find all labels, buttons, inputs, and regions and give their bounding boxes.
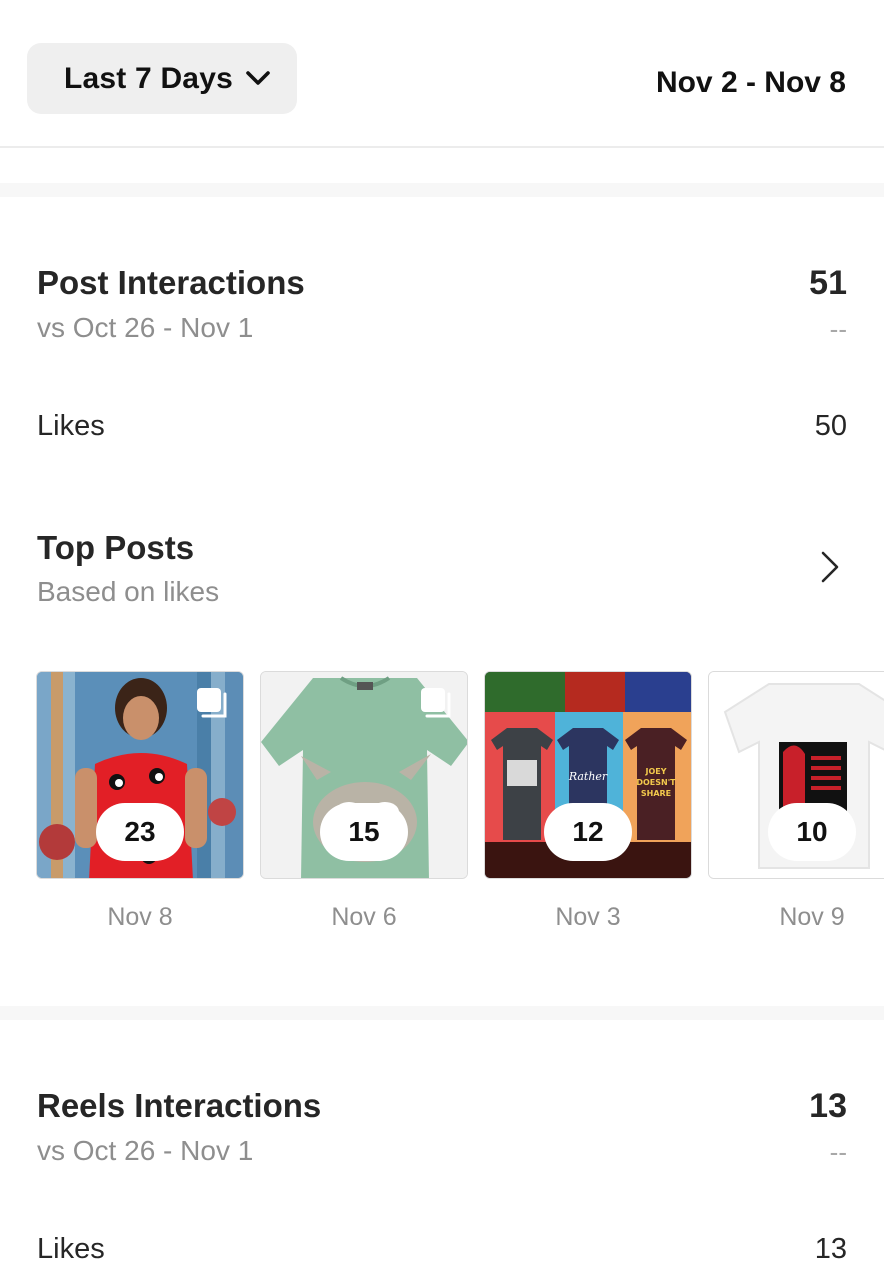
selected-date-range: Nov 2 - Nov 8: [655, 66, 846, 99]
svg-text:DOESN'T: DOESN'T: [636, 778, 676, 787]
post-date: Nov 9: [779, 903, 845, 931]
post-likes-value: 50: [814, 410, 847, 442]
post-like-count: 23: [96, 803, 184, 861]
reels-likes-label: Likes: [37, 1233, 105, 1265]
reels-interactions-total: 13: [809, 1087, 847, 1125]
svg-text:JOEY: JOEY: [644, 767, 666, 776]
post-like-count: 12: [544, 803, 632, 861]
top-post-thumbnail[interactable]: Rather JOEY DOESN'T SHARE 12: [484, 671, 692, 879]
post-date: Nov 3: [555, 903, 621, 931]
post-interactions-comparison: vs Oct 26 - Nov 1: [37, 312, 254, 343]
reels-interactions-delta: --: [829, 1137, 847, 1167]
chevron-down-icon: [246, 70, 270, 85]
section-divider: [0, 1006, 884, 1020]
post-interactions-delta: --: [829, 314, 847, 344]
svg-text:SHARE: SHARE: [641, 789, 671, 798]
post-likes-label: Likes: [37, 410, 105, 442]
date-range-dropdown-label: Last 7 Days: [64, 61, 233, 95]
carousel-icon: [421, 688, 451, 718]
post-date: Nov 8: [107, 903, 173, 931]
top-post-thumbnail[interactable]: 23: [36, 671, 244, 879]
top-posts-subtitle: Based on likes: [37, 576, 220, 607]
post-interactions-title: Post Interactions: [37, 264, 305, 301]
carousel-icon: [197, 688, 227, 718]
section-divider: [0, 183, 884, 197]
post-like-count: 15: [320, 803, 408, 861]
top-posts-title: Top Posts: [37, 529, 195, 566]
insights-header: Last 7 Days Nov 2 - Nov 8: [0, 0, 884, 148]
post-date: Nov 6: [331, 903, 397, 931]
date-range-dropdown[interactable]: Last 7 Days: [27, 43, 297, 114]
post-like-count: 10: [768, 803, 856, 861]
top-post-thumbnail[interactable]: 15: [260, 671, 468, 879]
reels-likes-value: 13: [814, 1233, 847, 1265]
reels-interactions-comparison: vs Oct 26 - Nov 1: [37, 1135, 254, 1166]
top-post-thumbnail[interactable]: 10: [708, 671, 884, 879]
top-posts-carousel[interactable]: 23 15 Rather JOEY DOESN'T SHARE 12 10: [36, 671, 884, 881]
reels-interactions-title: Reels Interactions: [37, 1087, 322, 1124]
post-interactions-total: 51: [809, 264, 847, 302]
chevron-right-icon[interactable]: [820, 550, 840, 584]
svg-text:Rather: Rather: [568, 770, 608, 783]
